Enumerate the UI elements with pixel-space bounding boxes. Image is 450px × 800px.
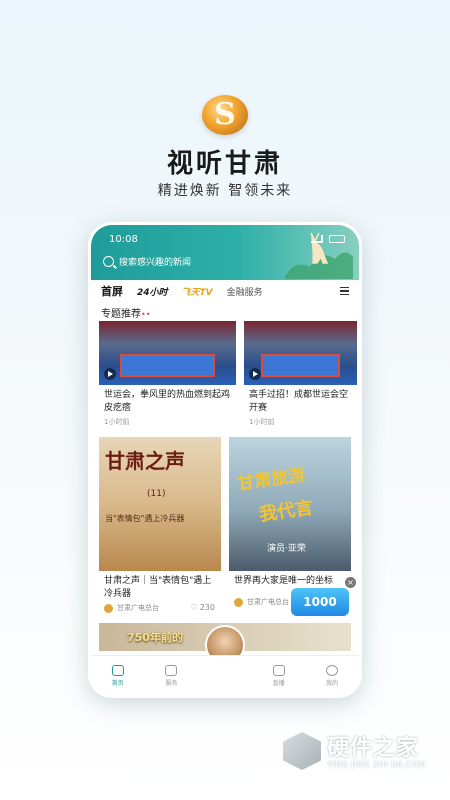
source-avatar [234, 597, 243, 607]
dots-icon: •• [141, 310, 151, 319]
bottom-tab-bar: 首页 服务 直播 我的 [91, 655, 359, 695]
watermark-logo-icon [283, 732, 321, 770]
play-icon [104, 368, 116, 380]
news-title: 高手过招！成都世运会空开赛 [249, 390, 349, 413]
tab-bar-profile[interactable]: 我的 [312, 664, 352, 687]
news-card[interactable]: 世运会，拳风里的热血燃到起鸡皮疙瘩 1小时前 [99, 321, 236, 429]
video-title: 世界再大家是唯一的坐标 [234, 576, 334, 586]
app-title: 视听甘肃 [166, 149, 283, 179]
poster-title: 甘肃旅游 [236, 465, 307, 495]
search-bar[interactable]: 搜索感兴趣的新闻 [103, 252, 251, 270]
source-avatar [104, 603, 113, 613]
video-meta: 甘肃广电总台 [104, 603, 159, 613]
service-icon [165, 664, 178, 676]
tab-label: 服务 [165, 679, 178, 687]
close-icon[interactable]: × [345, 577, 356, 588]
search-placeholder: 搜索感兴趣的新闻 [119, 257, 192, 268]
tab-finance[interactable]: 金融服务 [227, 285, 263, 298]
section-title: 专题推荐•• [101, 305, 150, 320]
video-poster: 甘肃之声 (11) 当"表情包"遇上冷兵器 [99, 437, 221, 571]
tab-bar-service[interactable]: 服务 [151, 664, 191, 687]
video-poster: 甘肃旅游 我代言 演员·亚荣 [229, 437, 351, 571]
video-card[interactable]: 甘肃之声 (11) 当"表情包"遇上冷兵器 甘肃之声｜当"表情包"遇上冷兵器 甘… [99, 437, 221, 617]
tab-label: 我的 [326, 679, 339, 687]
tab-bar-home[interactable]: 首页 [98, 664, 138, 687]
watermark-name: 硬件之家 [327, 736, 420, 761]
play-icon [249, 368, 261, 380]
menu-icon[interactable] [340, 287, 349, 295]
news-time: 1小时前 [249, 418, 275, 426]
app-slogan: 精进焕新 智领未来 [157, 183, 293, 199]
status-time: 10:08 [109, 234, 138, 245]
like-count[interactable]: ♡ 230 [191, 603, 215, 612]
tab-home[interactable]: 首屏 [101, 283, 123, 299]
video-title: 甘肃之声｜当"表情包"遇上冷兵器 [104, 576, 212, 599]
battery-icon [329, 235, 345, 243]
site-watermark: 硬件之家 YING JIAN ZHI JIA.COM [283, 728, 433, 776]
source-name: 甘肃广电总台 [247, 598, 289, 606]
news-title: 世运会，拳风里的热血燃到起鸡皮疙瘩 [104, 390, 231, 413]
promo-badge[interactable]: 1000 [291, 588, 349, 616]
phone-mockup: 10:08 搜索感兴趣的新闻 首屏 24小时 飞天TV 金融服务 专题推荐•• … [88, 222, 362, 698]
news-thumbnail [99, 321, 236, 385]
poster-caption: 当"表情包"遇上冷兵器 [105, 514, 185, 523]
phone-header: 10:08 搜索感兴趣的新闻 [91, 225, 359, 280]
tab-label: 首页 [111, 679, 124, 687]
home-icon [111, 664, 124, 676]
poster-episode: (11) [147, 489, 166, 499]
source-name: 甘肃广电总台 [117, 604, 159, 612]
video-meta: 甘肃广电总台 [234, 597, 289, 607]
news-time: 1小时前 [104, 418, 130, 426]
news-thumbnail [244, 321, 357, 385]
search-icon [103, 255, 114, 267]
banner-text: 750年前的 [127, 631, 183, 644]
tab-bar-live[interactable]: 直播 [259, 664, 299, 687]
watermark-url: YING JIAN ZHI JIA.COM [327, 760, 426, 769]
heart-icon: ♡ [190, 603, 198, 612]
poster-title-2: 我代言 [258, 497, 315, 526]
signal-icon [311, 235, 323, 243]
poster-title: 甘肃之声 [105, 449, 185, 473]
tab-feitian-tv[interactable]: 飞天TV [182, 285, 213, 298]
tab-label: 直播 [272, 679, 285, 687]
news-card[interactable]: 高手过招！成都世运会空开赛 1小时前 [244, 321, 357, 429]
nav-tabs: 首屏 24小时 飞天TV 金融服务 [91, 280, 359, 302]
profile-icon [326, 664, 339, 676]
poster-location: 演员·亚荣 [267, 544, 306, 554]
like-count-value: 230 [199, 603, 215, 612]
section-title-text: 专题推荐 [101, 309, 141, 320]
app-logo [202, 95, 248, 135]
live-icon [272, 664, 285, 676]
tab-24h[interactable]: 24小时 [137, 285, 168, 298]
